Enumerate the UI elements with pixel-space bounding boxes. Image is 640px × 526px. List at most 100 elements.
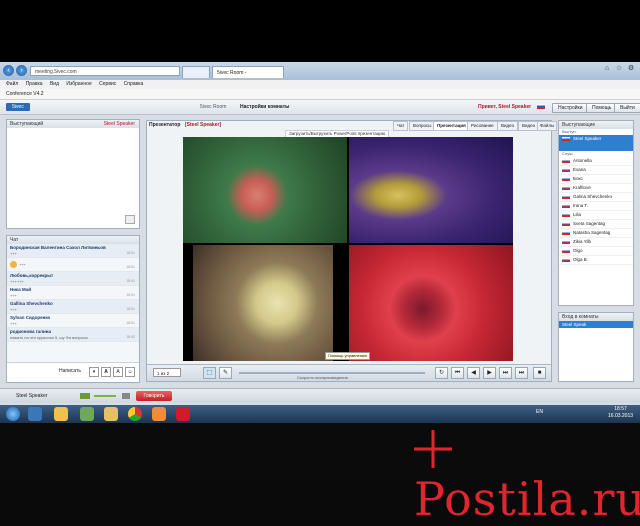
prev-slide-icon[interactable]: ◀ <box>467 367 480 379</box>
font-select-icon[interactable]: ▾ <box>89 367 99 377</box>
address-input[interactable]: meeting.5ivec.com <box>30 66 180 76</box>
app-icon[interactable] <box>54 407 68 421</box>
presentation-panel: Презентатор [Steel Speaker] Чат Вопросы … <box>146 120 558 382</box>
camera-icon[interactable] <box>125 215 135 224</box>
last-slide-icon[interactable]: ⏭ <box>515 367 528 379</box>
pen-tool-icon[interactable]: ✎ <box>219 367 232 379</box>
app-icon[interactable] <box>80 407 94 421</box>
chat-message: Gallina Shevchenko +++ 18:51 <box>7 300 139 314</box>
rooms-header: Вход в комнаты <box>559 313 633 321</box>
back-icon[interactable]: ‹ <box>3 65 14 76</box>
stop-icon[interactable]: ■ <box>533 367 546 379</box>
participant-name: Lilia <box>573 212 582 217</box>
participant[interactable]: Kraftlove <box>559 184 633 193</box>
app-status-bar: Steel Speaker Говорить <box>0 388 640 403</box>
tab-active[interactable]: 5ivec Room - Конференция... <box>212 66 284 88</box>
tab-files[interactable]: Файлы <box>537 121 558 131</box>
menu-help[interactable]: Справка <box>124 80 144 89</box>
language-indicator[interactable]: EN <box>536 409 543 415</box>
chrome-icon[interactable] <box>128 407 142 421</box>
flag-icon <box>562 240 570 244</box>
chat-time: 18:51 <box>126 251 135 255</box>
folder-icon[interactable] <box>104 407 118 421</box>
participant[interactable]: Olgo <box>559 247 633 256</box>
pointer-tool-icon[interactable]: ⬚ <box>203 367 216 379</box>
status-user: Steel Speaker <box>16 393 48 399</box>
chat-message: +++ 18:51 <box>7 258 139 272</box>
participant[interactable]: Zikia Yilb <box>559 238 633 247</box>
first-slide-icon[interactable]: ⏮ <box>451 367 464 379</box>
participant[interactable]: Бокс <box>559 175 633 184</box>
chat-messages[interactable]: Бородинская Валентина Сахол Литвиньов ++… <box>7 244 139 362</box>
menu-file[interactable]: Файл <box>6 80 18 89</box>
tab-drawing[interactable]: Рисование <box>467 121 498 131</box>
menu-view[interactable]: Вид <box>50 80 59 89</box>
tab-inactive[interactable] <box>182 66 210 78</box>
gear-icon[interactable]: ⚙ <box>626 64 636 74</box>
app-icon[interactable] <box>152 407 166 421</box>
participant-name: Irana T. <box>573 203 588 208</box>
star-icon[interactable]: ☆ <box>614 64 624 74</box>
participant[interactable]: Sveta Sagentag <box>559 220 633 229</box>
tab-questions[interactable]: Вопросы <box>409 121 436 131</box>
participant[interactable]: Irana T. <box>559 202 633 211</box>
participant[interactable]: Evana <box>559 166 633 175</box>
tab-chat[interactable]: Чат <box>393 121 409 131</box>
chat-input-bar: Написать ▾ A A ☺ <box>7 362 139 381</box>
participant-name: Бокс <box>573 176 583 181</box>
play-icon[interactable]: ▶ <box>483 367 496 379</box>
menu-tools[interactable]: Сервис <box>99 80 116 89</box>
tab-presentation[interactable]: Презентация <box>433 121 470 131</box>
participant[interactable]: Olga B. <box>559 256 633 265</box>
participant-list[interactable]: Antonella Evana Бокс Kraftlove Galina Sh… <box>559 157 633 287</box>
chat-text: нажать на эти кружочки 5, шу Фи вопросы <box>10 335 88 340</box>
smiley-icon <box>10 261 17 268</box>
participant-name: Galina Shevchenko <box>573 194 613 199</box>
microphone-icon[interactable] <box>80 393 90 399</box>
help-button[interactable]: Помощь <box>586 103 618 113</box>
chat-time: 18:51 <box>126 279 135 283</box>
participant[interactable]: Galina Shevchenko <box>559 193 633 202</box>
forward-icon[interactable]: › <box>16 65 27 76</box>
room-item[interactable]: Steel Speak <box>559 321 633 328</box>
send-label[interactable]: Написать <box>59 368 81 374</box>
favorite-item[interactable]: Conference V4.2 <box>6 91 44 97</box>
zoom-slider[interactable] <box>239 372 425 374</box>
participant[interactable]: Natasha Sagentag <box>559 229 633 238</box>
participant[interactable]: Lilia <box>559 211 633 220</box>
room-settings-link[interactable]: Настройки комнаты <box>240 104 289 110</box>
menu-edit[interactable]: Правка <box>26 80 43 89</box>
flag-icon[interactable] <box>537 104 545 109</box>
tab-video-2[interactable]: Видео <box>518 121 540 131</box>
plus-logo-icon <box>414 430 452 468</box>
speaker-icon[interactable] <box>122 393 130 399</box>
talk-button[interactable]: Говорить <box>136 391 172 401</box>
bold-icon[interactable]: A <box>101 367 111 377</box>
next-slide-icon[interactable]: ⏭ <box>499 367 512 379</box>
start-icon[interactable] <box>6 407 20 421</box>
text-size-icon[interactable]: A <box>113 367 123 377</box>
smiley-picker-icon[interactable]: ☺ <box>125 367 135 377</box>
speaker-name: Steel Speaker <box>103 121 135 127</box>
ie-icon[interactable] <box>28 407 42 421</box>
flag-icon <box>562 204 570 208</box>
menu-favorites[interactable]: Избранное <box>66 80 91 89</box>
self-speaker-row[interactable]: Steel Speaker <box>559 135 633 151</box>
settings-button[interactable]: Настройки <box>552 103 589 113</box>
presenter-name: [Steel Speaker] <box>185 122 222 128</box>
refresh-icon[interactable]: ↻ <box>435 367 448 379</box>
chat-message: Бородинская Валентина Сахол Литвиньов ++… <box>7 244 139 258</box>
slide-image-cell-4 <box>349 245 513 361</box>
participants-header: Выступающие <box>559 121 633 129</box>
chat-text: ++++++ <box>10 279 25 284</box>
chat-author: Gallina Shevchenko <box>10 301 53 306</box>
participant[interactable]: Antonella <box>559 157 633 166</box>
page-select[interactable]: 1 из 2 <box>153 368 181 377</box>
home-icon[interactable]: ⌂ <box>602 64 612 74</box>
room-label: 5ivec Room <box>200 104 227 110</box>
tab-video[interactable]: Видео <box>497 121 519 131</box>
volume-slider[interactable] <box>94 395 116 397</box>
yandex-icon[interactable] <box>176 407 190 421</box>
speaker-panel-header: Выступающий Steel Speaker <box>7 120 139 128</box>
exit-button[interactable]: Выйти <box>614 103 640 113</box>
